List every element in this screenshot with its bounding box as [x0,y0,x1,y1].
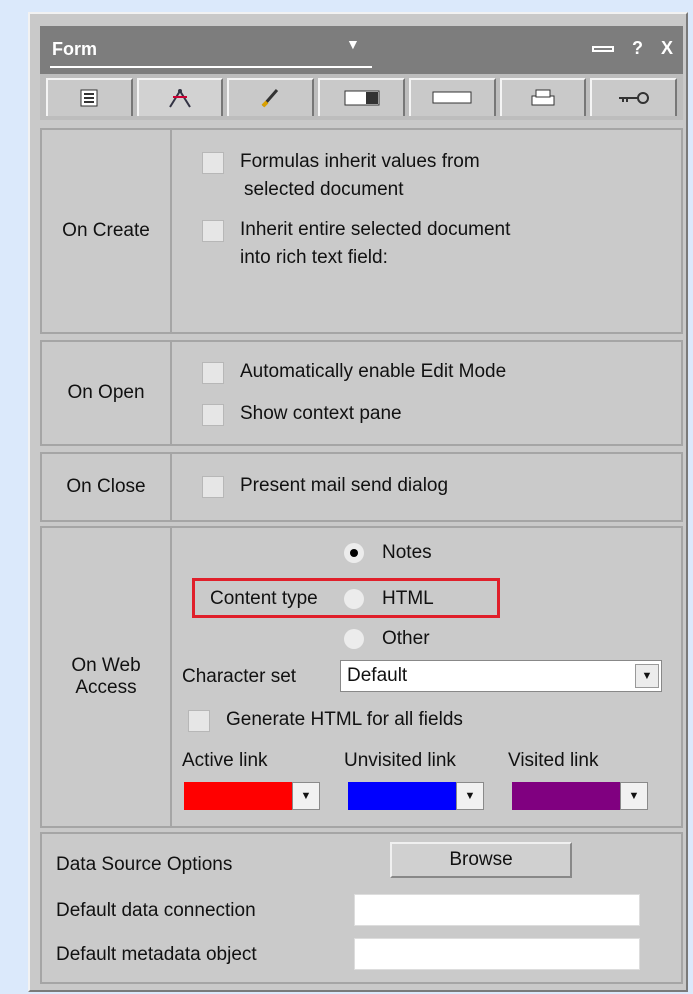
active-link-swatch [184,782,292,810]
info-icon [80,89,98,107]
mail-send-dialog-label: Present mail send dialog [240,475,449,496]
content-type-html-radio[interactable] [344,589,364,609]
inherit-document-line2: into rich text field: [240,247,388,268]
chevron-down-icon[interactable]: ▼ [635,664,659,688]
title-text: Form [52,39,97,59]
content-type-other-radio[interactable] [344,629,364,649]
show-context-pane-label: Show context pane [240,403,402,424]
default-metadata-object-label: Default metadata object [56,944,257,965]
active-link-color-picker[interactable]: ▼ [184,782,320,810]
on-close-label: On Close [42,454,172,520]
background-icon [344,90,380,106]
browse-button[interactable]: Browse [390,842,572,878]
inherit-document-line1: Inherit entire selected document [240,219,511,240]
printer-icon [531,89,555,106]
active-link-label: Active link [182,750,268,771]
title-underline [50,66,372,68]
key-icon [618,92,649,104]
content-type-label: Content type [210,588,318,609]
radio-selected-dot [350,549,358,557]
default-metadata-object-field[interactable] [354,938,640,970]
visited-link-color-picker[interactable]: ▼ [512,782,648,810]
content-type-html-label: HTML [382,588,434,609]
character-set-select[interactable]: Default ▼ [340,660,662,692]
mail-send-dialog-checkbox[interactable] [202,476,224,498]
tab-strip [40,74,683,120]
content-type-notes-label: Notes [382,542,432,563]
on-create-section: On Create Formulas inherit values from s… [40,128,683,334]
chevron-down-icon[interactable]: ▼ [456,782,484,810]
tab-fields[interactable] [136,78,224,116]
tab-brush[interactable] [227,78,315,116]
unvisited-link-label: Unvisited link [344,750,456,771]
chevron-down-icon[interactable]: ▼ [620,782,648,810]
data-source-label: Data Source Options [56,854,233,875]
character-set-value: Default [347,665,408,686]
character-set-label: Character set [182,666,297,687]
default-data-connection-field[interactable] [354,894,640,926]
unvisited-link-color-picker[interactable]: ▼ [348,782,484,810]
visited-link-label: Visited link [508,750,599,771]
formulas-inherit-line2: selected document [244,179,404,200]
help-icon[interactable]: ? [632,38,643,59]
on-open-section: On Open Automatically enable Edit Mode S… [40,340,683,446]
on-web-access-label: On Web Access [42,528,172,826]
generate-html-label: Generate HTML for all fields [226,709,463,730]
close-icon[interactable]: X [661,38,673,59]
title-bar: Form ▼ ? X [40,26,683,74]
default-data-connection-label: Default data connection [56,900,256,921]
on-open-label: On Open [42,342,172,444]
on-close-section: On Close Present mail send dialog [40,452,683,522]
tab-printer[interactable] [499,78,587,116]
inherit-document-checkbox[interactable] [202,220,224,242]
title-controls: ? X [591,38,673,59]
on-create-label: On Create [42,130,172,332]
tab-key[interactable] [590,78,678,116]
header-icon [432,91,472,104]
brush-icon [261,89,278,108]
form-properties-panel: Form ▼ ? X On Create Formulas inherit va… [28,12,688,992]
fields-icon [169,89,191,108]
auto-edit-mode-label: Automatically enable Edit Mode [240,361,507,382]
tab-background[interactable] [318,78,405,116]
tab-header[interactable] [408,78,496,116]
minimize-icon[interactable] [591,45,614,52]
chevron-down-icon[interactable]: ▼ [292,782,320,810]
auto-edit-mode-checkbox[interactable] [202,362,224,384]
generate-html-checkbox[interactable] [188,710,210,732]
chevron-down-icon[interactable]: ▼ [346,36,360,52]
visited-link-swatch [512,782,620,810]
content-type-notes-radio[interactable] [344,543,364,563]
show-context-pane-checkbox[interactable] [202,404,224,426]
formulas-inherit-line1: Formulas inherit values from [240,151,480,172]
content-type-other-label: Other [382,628,430,649]
unvisited-link-swatch [348,782,456,810]
formulas-inherit-checkbox[interactable] [202,152,224,174]
tab-info[interactable] [46,78,133,116]
